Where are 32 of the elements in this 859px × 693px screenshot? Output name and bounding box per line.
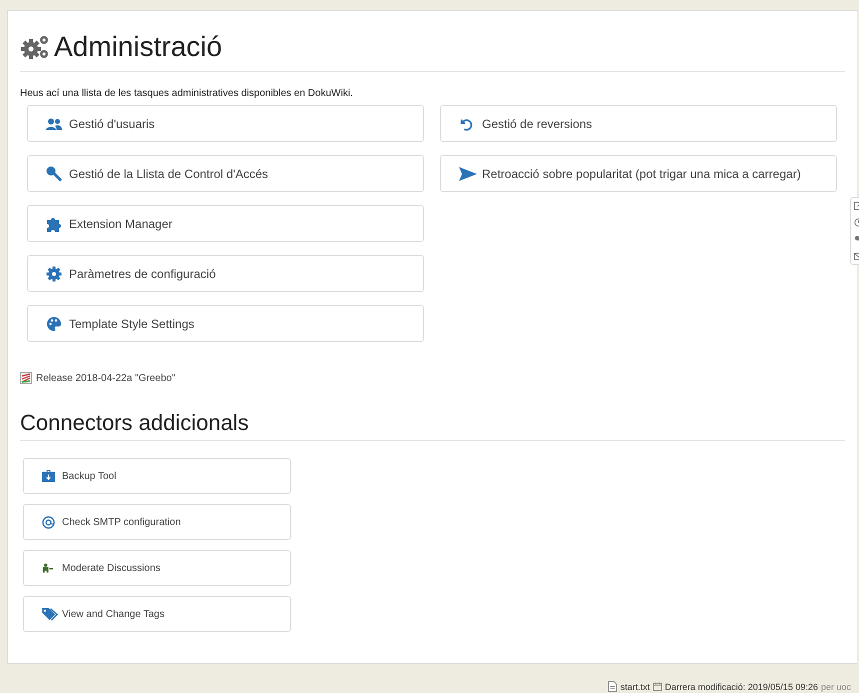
file-icon — [608, 681, 618, 692]
admin-task-link[interactable]: Gestió d'usuaris — [27, 105, 424, 142]
calendar-icon — [652, 682, 662, 691]
admin-task-link[interactable]: Paràmetres de configuració — [27, 255, 424, 292]
plugin-link[interactable]: Moderate Discussions — [23, 550, 291, 586]
briefcase-icon — [42, 470, 55, 482]
release-icon — [20, 372, 32, 384]
admin-task-link[interactable]: Gestió de la Llista de Control d'Accés — [27, 155, 424, 192]
paper-plane-icon — [459, 166, 477, 180]
section-heading: Connectors addicionals — [20, 410, 845, 441]
figure-icon — [42, 563, 53, 573]
release-text: Release 2018-04-22a "Greebo" — [36, 372, 176, 384]
gear-icon — [46, 266, 62, 282]
page-title: Administració — [54, 30, 222, 64]
palette-icon — [46, 316, 62, 332]
intro-text: Heus ací una llista de les tasques administratives disponibles en DokuWiki. — [20, 88, 354, 99]
plugin-link[interactable]: Check SMTP configuration — [23, 504, 291, 540]
plugin-link[interactable]: View and Change Tags — [23, 596, 291, 632]
undo-icon — [459, 116, 473, 130]
author-text: per uoc — [820, 682, 851, 692]
gears-icon — [20, 34, 50, 60]
admin-task-link[interactable]: Retroacció sobre popularitat (pot trigar una mica a carregar) — [440, 155, 837, 192]
users-icon — [46, 118, 62, 130]
file-name: start.txt — [620, 682, 650, 692]
admin-task-link[interactable]: Gestió de reversions — [440, 105, 837, 142]
admin-task-link[interactable]: Template Style Settings — [27, 305, 424, 342]
admin-task-link[interactable]: Extension Manager — [27, 205, 424, 242]
puzzle-icon — [46, 216, 62, 232]
at-sign-icon — [42, 516, 55, 528]
last-modified: Darrera modificació: 2019/05/15 09:26 — [664, 682, 818, 692]
tags-icon — [42, 608, 59, 620]
plugin-link[interactable]: Backup Tool — [23, 458, 291, 494]
